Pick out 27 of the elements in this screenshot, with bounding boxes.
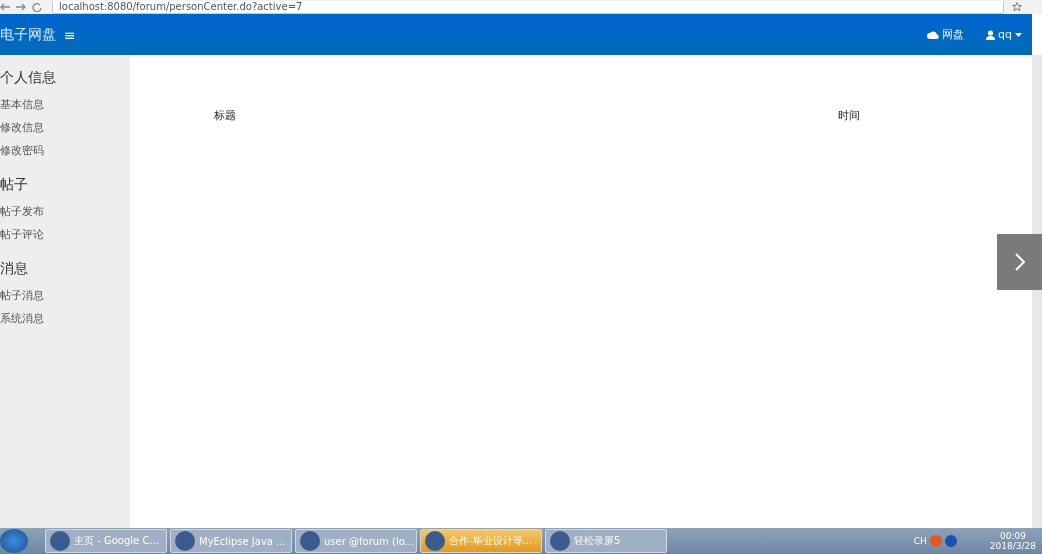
clock-date: 2018/3/28 xyxy=(989,541,1036,551)
navigation-arrows-icon[interactable] xyxy=(0,2,44,12)
user-menu[interactable]: qq xyxy=(986,28,1022,41)
sidebar-heading: 帖子 xyxy=(0,175,29,194)
sidebar-link[interactable]: 修改密码 xyxy=(0,139,130,162)
cloud-icon xyxy=(927,30,940,39)
column-header: 时间 xyxy=(838,109,860,123)
start-button[interactable] xyxy=(0,529,28,553)
address-bar[interactable]: localhost:8080/forum/personCenter.do?active=7 xyxy=(52,1,1004,14)
column-header: 标题 xyxy=(214,109,236,123)
cloud-link[interactable]: 网盘 xyxy=(927,27,965,42)
chevron-right-icon xyxy=(1013,252,1026,272)
sidebar-link[interactable]: 修改信息 xyxy=(0,116,130,139)
sidebar-link[interactable]: 帖子消息 xyxy=(0,284,130,307)
sidebar-link[interactable]: 系统消息 xyxy=(0,307,130,330)
star-icon[interactable] xyxy=(1012,2,1022,12)
menu-icon[interactable]: ≡ xyxy=(64,26,76,43)
sidebar-link[interactable]: 基本信息 xyxy=(0,93,130,116)
sidebar-link[interactable]: 帖子发布 xyxy=(0,200,130,223)
caret-icon xyxy=(1015,32,1022,37)
language-indicator[interactable]: CH xyxy=(913,536,927,546)
sidebar-heading: 个人信息 xyxy=(0,68,57,87)
clock-time: 00:09 xyxy=(999,531,1026,541)
site-brand[interactable]: 电子网盘 xyxy=(0,25,56,44)
sidebar-link[interactable]: 帖子评论 xyxy=(0,223,130,246)
sidebar-heading: 消息 xyxy=(0,259,29,278)
user-icon xyxy=(986,29,996,40)
